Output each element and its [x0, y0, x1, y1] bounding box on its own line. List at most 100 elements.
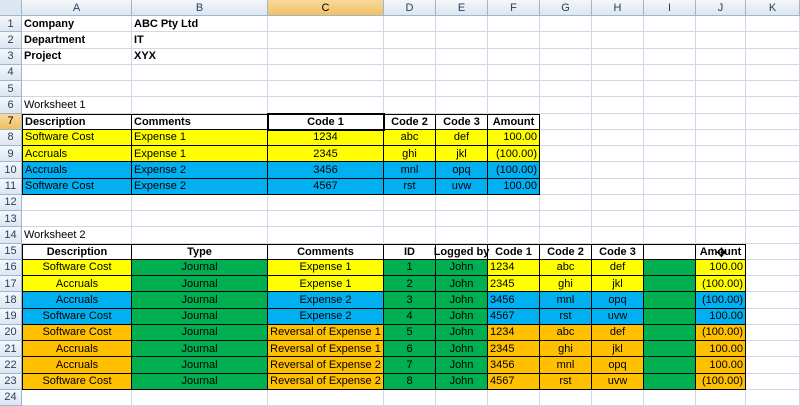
ws1-data-cell[interactable]: Expense 2 — [132, 178, 268, 195]
ws2-data-cell[interactable]: 1 — [384, 259, 436, 276]
ws1-header-cell[interactable]: Code 3 — [436, 113, 488, 130]
grid-cell[interactable] — [436, 32, 488, 49]
grid-cell[interactable] — [132, 227, 268, 244]
ws2-data-cell[interactable]: 3 — [384, 292, 436, 309]
column-header-j[interactable]: J — [696, 0, 746, 16]
info-value[interactable]: XYX — [132, 48, 268, 65]
grid-cell[interactable] — [384, 227, 436, 244]
ws2-data-cell[interactable]: John — [436, 341, 488, 358]
grid-cell[interactable] — [488, 64, 540, 81]
ws2-data-cell[interactable]: Software Cost — [22, 259, 132, 276]
grid-cell[interactable] — [644, 16, 696, 33]
grid-cell[interactable] — [746, 292, 800, 309]
ws1-data-cell[interactable]: jkl — [436, 146, 488, 163]
grid-cell[interactable] — [488, 211, 540, 228]
row-header-9[interactable]: 9 — [0, 146, 22, 163]
ws2-data-cell[interactable] — [644, 324, 696, 341]
grid-cell[interactable] — [268, 227, 384, 244]
grid-cell[interactable] — [696, 113, 746, 130]
grid-cell[interactable] — [696, 32, 746, 49]
grid-cell[interactable] — [644, 389, 696, 406]
grid-cell[interactable] — [268, 16, 384, 33]
grid-cell[interactable] — [488, 389, 540, 406]
ws2-data-cell[interactable]: John — [436, 324, 488, 341]
grid-cell[interactable] — [746, 178, 800, 195]
info-value[interactable]: ABC Pty Ltd — [132, 16, 268, 33]
grid-cell[interactable] — [746, 97, 800, 114]
ws1-data-cell[interactable]: 100.00 — [488, 129, 540, 146]
ws2-data-cell[interactable]: 3456 — [488, 357, 540, 374]
ws1-header-cell[interactable]: Code 2 — [384, 113, 436, 130]
ws2-data-cell[interactable]: Journal — [132, 324, 268, 341]
grid-cell[interactable] — [384, 64, 436, 81]
grid-cell[interactable] — [592, 129, 644, 146]
grid-cell[interactable] — [22, 194, 132, 211]
ws2-header-cell[interactable]: Logged by — [434, 243, 489, 260]
row-header-1[interactable]: 1 — [0, 16, 22, 33]
grid-cell[interactable] — [644, 81, 696, 98]
grid-cell[interactable] — [436, 64, 488, 81]
grid-cell[interactable] — [268, 81, 384, 98]
grid-cell[interactable] — [592, 162, 644, 179]
grid-cell[interactable] — [540, 194, 592, 211]
ws2-data-cell[interactable]: jkl — [592, 276, 644, 293]
row-header-11[interactable]: 11 — [0, 178, 22, 195]
ws1-data-cell[interactable]: 2345 — [268, 146, 384, 163]
grid-cell[interactable] — [696, 48, 746, 65]
grid-cell[interactable] — [746, 373, 800, 390]
ws1-header-cell[interactable]: Amount — [488, 113, 540, 130]
ws1-data-cell[interactable]: Expense 2 — [132, 162, 268, 179]
ws2-data-cell[interactable]: 3456 — [488, 292, 540, 309]
grid-cell[interactable] — [132, 389, 268, 406]
ws2-data-cell[interactable]: (100.00) — [696, 373, 746, 390]
ws2-data-cell[interactable]: Reversal of Expense 2 — [268, 357, 384, 374]
ws2-data-cell[interactable]: Expense 1 — [268, 259, 384, 276]
ws2-data-cell[interactable]: 5 — [384, 324, 436, 341]
grid-cell[interactable] — [746, 243, 800, 260]
ws2-data-cell[interactable] — [644, 341, 696, 358]
grid-cell[interactable] — [592, 194, 644, 211]
ws2-data-cell[interactable]: Journal — [132, 308, 268, 325]
grid-cell[interactable] — [540, 48, 592, 65]
grid-cell[interactable] — [746, 276, 800, 293]
ws2-data-cell[interactable]: John — [436, 292, 488, 309]
ws2-data-cell[interactable]: Accruals — [22, 357, 132, 374]
ws2-data-cell[interactable]: jkl — [592, 341, 644, 358]
ws2-data-cell[interactable]: Software Cost — [22, 324, 132, 341]
ws1-header-cell[interactable]: Comments — [132, 113, 268, 130]
grid-cell[interactable] — [592, 211, 644, 228]
grid-cell[interactable] — [696, 194, 746, 211]
row-header-24[interactable]: 24 — [0, 389, 22, 406]
grid-cell[interactable] — [540, 113, 592, 130]
row-header-6[interactable]: 6 — [0, 97, 22, 114]
grid-cell[interactable] — [540, 129, 592, 146]
grid-cell[interactable] — [644, 48, 696, 65]
ws1-data-cell[interactable]: Accruals — [22, 146, 132, 163]
ws2-data-cell[interactable]: 100.00 — [696, 259, 746, 276]
ws2-data-cell[interactable] — [644, 308, 696, 325]
grid-cell[interactable] — [592, 32, 644, 49]
grid-cell[interactable] — [696, 81, 746, 98]
grid-cell[interactable] — [746, 389, 800, 406]
grid-cell[interactable] — [488, 48, 540, 65]
grid-cell[interactable] — [644, 178, 696, 195]
column-header-k[interactable]: K — [746, 0, 800, 16]
grid-cell[interactable] — [592, 64, 644, 81]
grid-cell[interactable] — [644, 146, 696, 163]
row-header-13[interactable]: 13 — [0, 211, 22, 228]
grid-cell[interactable] — [268, 32, 384, 49]
column-header-g[interactable]: G — [540, 0, 592, 16]
ws2-data-cell[interactable]: (100.00) — [696, 292, 746, 309]
ws2-data-cell[interactable]: Software Cost — [22, 373, 132, 390]
column-header-a[interactable]: A — [22, 0, 132, 16]
grid-cell[interactable] — [384, 81, 436, 98]
grid-cell[interactable] — [644, 64, 696, 81]
ws2-data-cell[interactable]: ghi — [540, 341, 592, 358]
grid-cell[interactable] — [488, 227, 540, 244]
grid-cell[interactable] — [384, 16, 436, 33]
grid-cell[interactable] — [540, 178, 592, 195]
grid-cell[interactable] — [268, 194, 384, 211]
ws2-data-cell[interactable]: 7 — [384, 357, 436, 374]
grid-cell[interactable] — [746, 32, 800, 49]
grid-cell[interactable] — [488, 32, 540, 49]
